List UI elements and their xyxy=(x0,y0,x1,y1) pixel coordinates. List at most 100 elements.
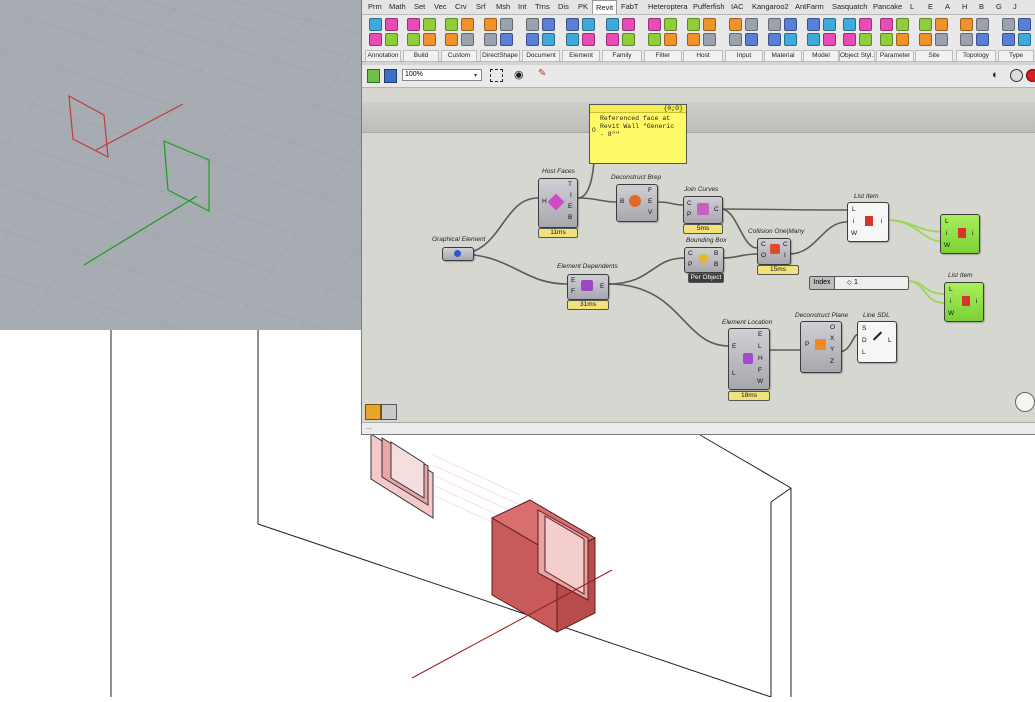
tab-fabt[interactable]: FabT xyxy=(621,2,639,11)
download-icon[interactable] xyxy=(381,404,397,420)
port-l-out[interactable]: L xyxy=(888,337,892,344)
ribbon-component-icon[interactable] xyxy=(500,18,513,31)
port-f[interactable]: F xyxy=(571,288,575,295)
port-w[interactable]: W xyxy=(944,242,950,249)
line-sdl-component[interactable]: S D L L xyxy=(857,321,897,363)
ribbon-component-icon[interactable] xyxy=(745,18,758,31)
ribbon-component-icon[interactable] xyxy=(935,33,948,46)
zoom-extents-icon[interactable] xyxy=(490,69,503,82)
tab-iac[interactable]: IAC xyxy=(731,2,744,11)
group-directshape[interactable]: DirectShape xyxy=(480,50,520,62)
port-e-out[interactable]: E xyxy=(758,331,762,338)
ribbon-component-icon[interactable] xyxy=(526,33,539,46)
ribbon-component-icon[interactable] xyxy=(896,33,909,46)
ribbon-component-icon[interactable] xyxy=(1002,18,1015,31)
ribbon-component-icon[interactable] xyxy=(484,18,497,31)
deconstruct-plane-component[interactable]: P O X Y Z xyxy=(800,321,842,373)
ribbon-component-icon[interactable] xyxy=(566,18,579,31)
ribbon-component-icon[interactable] xyxy=(960,18,973,31)
bounding-box-component[interactable]: C P B B xyxy=(684,247,724,273)
ribbon-component-icon[interactable] xyxy=(703,33,716,46)
ribbon-component-icon[interactable] xyxy=(768,18,781,31)
ribbon-component-icon[interactable] xyxy=(385,18,398,31)
ribbon-component-icon[interactable] xyxy=(606,18,619,31)
tab-trns[interactable]: Trns xyxy=(535,2,550,11)
port-l[interactable]: L xyxy=(945,218,949,225)
ribbon-component-icon[interactable] xyxy=(445,33,458,46)
save-file-icon[interactable] xyxy=(384,69,397,83)
stop-solver-icon[interactable] xyxy=(1026,69,1035,82)
port-w[interactable]: W xyxy=(851,230,857,237)
tab-sasquatch[interactable]: Sasquatch xyxy=(832,2,867,11)
display-mode-icon[interactable]: ◐ xyxy=(992,69,999,81)
rhino-perspective-viewport[interactable] xyxy=(0,0,362,330)
port-b-2[interactable]: B xyxy=(714,261,718,268)
ribbon-component-icon[interactable] xyxy=(784,33,797,46)
ribbon-component-icon[interactable] xyxy=(784,18,797,31)
ribbon-component-icon[interactable] xyxy=(729,18,742,31)
ribbon-component-icon[interactable] xyxy=(582,33,595,46)
collision-component[interactable]: C O C I xyxy=(757,238,791,265)
tab-revit[interactable]: Revit xyxy=(592,0,618,14)
port-s[interactable]: S xyxy=(862,325,866,332)
tab-j[interactable]: J xyxy=(1013,2,1017,11)
port-l-out[interactable]: L xyxy=(758,343,762,350)
ribbon-component-icon[interactable] xyxy=(461,18,474,31)
join-curves-component[interactable]: C P C xyxy=(683,196,723,224)
port-h-out[interactable]: H xyxy=(758,355,763,362)
tab-heteroptera[interactable]: Heteroptera xyxy=(648,2,688,11)
port-l[interactable]: L xyxy=(949,286,953,293)
navigation-compass-icon[interactable] xyxy=(1015,392,1035,412)
port-i-out[interactable]: i xyxy=(881,218,882,225)
index-number-slider[interactable]: Index ◇ 1 xyxy=(809,276,909,290)
port-c-out[interactable]: C xyxy=(714,206,719,213)
ribbon-component-icon[interactable] xyxy=(664,33,677,46)
ribbon-component-icon[interactable] xyxy=(423,18,436,31)
group-family[interactable]: Family xyxy=(602,50,642,62)
ribbon-component-icon[interactable] xyxy=(1018,18,1031,31)
grasshopper-canvas[interactable]: {0;0} 0 Referenced face at Revit Wall "G… xyxy=(362,88,1035,422)
port-e[interactable]: E xyxy=(571,277,575,284)
ribbon-component-icon[interactable] xyxy=(687,33,700,46)
port-e[interactable]: E xyxy=(732,343,736,350)
grasshopper-window[interactable]: Prm Math Set Vec Crv Srf Msh Int Trns Di… xyxy=(361,0,1035,435)
ribbon-component-icon[interactable] xyxy=(703,18,716,31)
preview-eye-icon[interactable]: ◉ xyxy=(514,68,524,81)
port-i-out[interactable]: i xyxy=(972,230,973,237)
ribbon-component-icon[interactable] xyxy=(648,18,661,31)
port-f-out[interactable]: F xyxy=(758,367,762,374)
ribbon-component-icon[interactable] xyxy=(622,18,635,31)
port-x[interactable]: X xyxy=(830,335,834,342)
chevron-down-icon[interactable]: ▾ xyxy=(474,72,477,79)
port-p[interactable]: P xyxy=(687,211,691,218)
ribbon-component-icon[interactable] xyxy=(369,33,382,46)
ribbon-component-icon[interactable] xyxy=(976,18,989,31)
group-annotation[interactable]: Annotation xyxy=(365,50,401,62)
group-element[interactable]: Element xyxy=(562,50,600,62)
tab-h[interactable]: H xyxy=(962,2,967,11)
text-panel[interactable]: {0;0} 0 Referenced face at Revit Wall "G… xyxy=(589,104,687,164)
ribbon-component-icon[interactable] xyxy=(687,18,700,31)
ribbon-component-icon[interactable] xyxy=(461,33,474,46)
tab-math[interactable]: Math xyxy=(389,2,406,11)
tab-kangaroo2[interactable]: Kangaroo2 xyxy=(752,2,789,11)
port-c[interactable]: C xyxy=(761,241,766,248)
ribbon-component-icon[interactable] xyxy=(919,33,932,46)
group-document[interactable]: Document xyxy=(522,50,560,62)
tab-pancake[interactable]: Pancake xyxy=(873,2,902,11)
ribbon-component-icon[interactable] xyxy=(542,18,555,31)
group-site[interactable]: Site xyxy=(915,50,953,62)
ribbon-component-icon[interactable] xyxy=(1018,33,1031,46)
ribbon-component-icon[interactable] xyxy=(859,33,872,46)
port-i[interactable]: i xyxy=(946,230,947,237)
tab-prm[interactable]: Prm xyxy=(368,2,382,11)
tab-msh[interactable]: Msh xyxy=(496,2,510,11)
tab-vec[interactable]: Vec xyxy=(434,2,447,11)
group-host[interactable]: Host xyxy=(683,50,723,62)
zoom-level-select[interactable]: 100% xyxy=(402,69,482,81)
bake-icon[interactable] xyxy=(365,404,381,420)
ribbon-component-icon[interactable] xyxy=(896,18,909,31)
port-p[interactable]: P xyxy=(688,261,692,268)
open-file-icon[interactable] xyxy=(367,69,380,83)
group-material[interactable]: Material xyxy=(764,50,802,62)
